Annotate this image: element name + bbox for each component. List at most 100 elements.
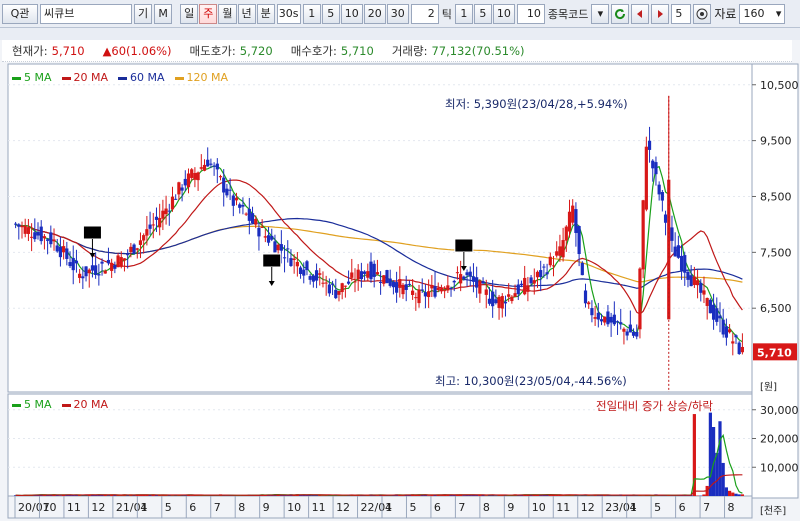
candle-body xyxy=(26,227,31,234)
period-button-2[interactable]: 월 xyxy=(218,3,237,24)
candle-body xyxy=(487,298,492,304)
candle-body xyxy=(14,223,18,225)
legend-swatch xyxy=(12,403,21,407)
legend-label: 20 MA xyxy=(73,398,109,411)
candle-body xyxy=(692,276,696,285)
tick-button-1[interactable]: 5 xyxy=(473,3,492,24)
minute-input[interactable]: 30s xyxy=(276,3,301,24)
tick-button-0[interactable]: 1 xyxy=(454,3,473,24)
volume-legend-item-1: 20 MA xyxy=(61,398,109,411)
m-button[interactable]: M xyxy=(154,3,173,24)
candle-body xyxy=(465,272,469,276)
legend-swatch xyxy=(61,403,71,407)
candle-body xyxy=(500,296,504,309)
candle-body xyxy=(423,292,428,297)
candle-body xyxy=(535,271,540,278)
candle-body xyxy=(257,227,261,237)
candle-body xyxy=(388,278,392,286)
candle-body xyxy=(225,188,229,196)
stock-name-input[interactable]: 씨큐브 xyxy=(40,3,132,24)
legend-swatch xyxy=(174,76,184,80)
event-flag-icon xyxy=(262,253,282,268)
tick-button-2[interactable]: 10 xyxy=(492,3,515,24)
price-unit-label: [원] xyxy=(760,381,777,393)
prev-icon[interactable] xyxy=(631,3,650,24)
period-button-0[interactable]: 일 xyxy=(180,3,199,24)
candle-body xyxy=(542,266,546,268)
price-tick-label: 9,500 xyxy=(760,135,792,148)
chart-area[interactable]: 10,500 9,500 8,500 7,500 6,500 [원] 5,710 30,000… xyxy=(0,62,800,521)
candle-body xyxy=(529,277,533,284)
candle-body xyxy=(574,209,578,233)
candle-body xyxy=(362,271,367,274)
candle-body xyxy=(734,335,738,338)
candle-body xyxy=(71,257,75,271)
price-change: ▲60(1.06%) xyxy=(102,43,172,58)
x-axis-label: 5 xyxy=(165,501,172,514)
chart-svg[interactable]: 10,500 9,500 8,500 7,500 6,500 [원] 5,710 30,000… xyxy=(0,62,800,521)
candle-body xyxy=(551,265,556,267)
candle-body xyxy=(721,319,725,335)
candle-body xyxy=(177,182,181,195)
minute-button-3[interactable]: 20 xyxy=(363,3,386,24)
candle-body xyxy=(468,271,472,277)
x-axis-label: 12 xyxy=(581,501,595,514)
candle-body xyxy=(311,275,315,282)
candle-body xyxy=(318,273,322,275)
candle-body xyxy=(161,210,165,219)
volume-bar xyxy=(727,490,732,496)
candle-body xyxy=(481,281,485,284)
period-button-1[interactable]: 주 xyxy=(199,3,218,24)
minute-button-2[interactable]: 10 xyxy=(340,3,363,24)
period-button-4[interactable]: 분 xyxy=(256,3,275,24)
event-flag-icon xyxy=(82,225,102,240)
candle-body xyxy=(628,324,632,333)
candle-body xyxy=(350,272,354,278)
candle-body xyxy=(558,246,562,256)
count-input[interactable]: 5 xyxy=(671,3,692,24)
candle-body xyxy=(375,272,379,275)
gi-button[interactable]: 기 xyxy=(134,3,153,24)
candle-body xyxy=(683,255,687,273)
legend-swatch xyxy=(118,76,128,80)
tick-extra-input[interactable]: 10 xyxy=(516,3,545,24)
candle-body xyxy=(427,291,431,298)
tick-label: 틱 xyxy=(441,7,452,21)
candle-body xyxy=(647,140,652,150)
legend-label: 20 MA xyxy=(73,71,109,84)
candle-body xyxy=(228,189,232,191)
high-annotation: 최고: 10,300원(23/05/04,-44.56%) xyxy=(435,374,627,388)
candle-body xyxy=(321,282,325,284)
minute-button-1[interactable]: 5 xyxy=(321,3,340,24)
volume-bar xyxy=(740,494,744,496)
next-icon[interactable] xyxy=(651,3,670,24)
x-axis-label: 10 xyxy=(287,501,301,514)
candle-body xyxy=(699,282,703,293)
data-count-select[interactable]: 160 ▾ xyxy=(739,3,786,24)
settings-icon[interactable] xyxy=(693,3,712,24)
search-button[interactable]: Q관 xyxy=(2,3,38,24)
candle-body xyxy=(385,270,389,284)
period-button-3[interactable]: 년 xyxy=(237,3,256,24)
minute-buttons: 1 5 10 20 30 xyxy=(302,3,409,24)
code-dropdown[interactable]: ▾ xyxy=(591,3,610,24)
candle-body xyxy=(113,264,117,269)
price-legend-item-0: 5 MA xyxy=(12,71,52,84)
minute-button-0[interactable]: 1 xyxy=(302,3,321,24)
candle-body xyxy=(571,205,575,223)
x-axis-label: 7 xyxy=(214,501,221,514)
volume-legend-item-0: 5 MA xyxy=(12,398,52,411)
candle-body xyxy=(404,284,408,290)
x-axis-label: 10 xyxy=(532,501,546,514)
candle-body xyxy=(663,214,668,223)
candle-body xyxy=(276,244,280,251)
minute-button-4[interactable]: 30 xyxy=(386,3,409,24)
price-tick-label: 7,500 xyxy=(760,246,792,259)
price-info-bar: 현재가: 5,710 ▲60(1.06%) 매도호가: 5,720 매수호가: … xyxy=(2,40,792,62)
refresh-icon[interactable] xyxy=(611,3,630,24)
tick-input[interactable]: 2 xyxy=(410,3,439,24)
candle-body xyxy=(222,177,226,193)
volume-bar xyxy=(708,412,712,496)
x-axis-label: 4 xyxy=(140,501,147,514)
candle-body xyxy=(654,162,658,175)
